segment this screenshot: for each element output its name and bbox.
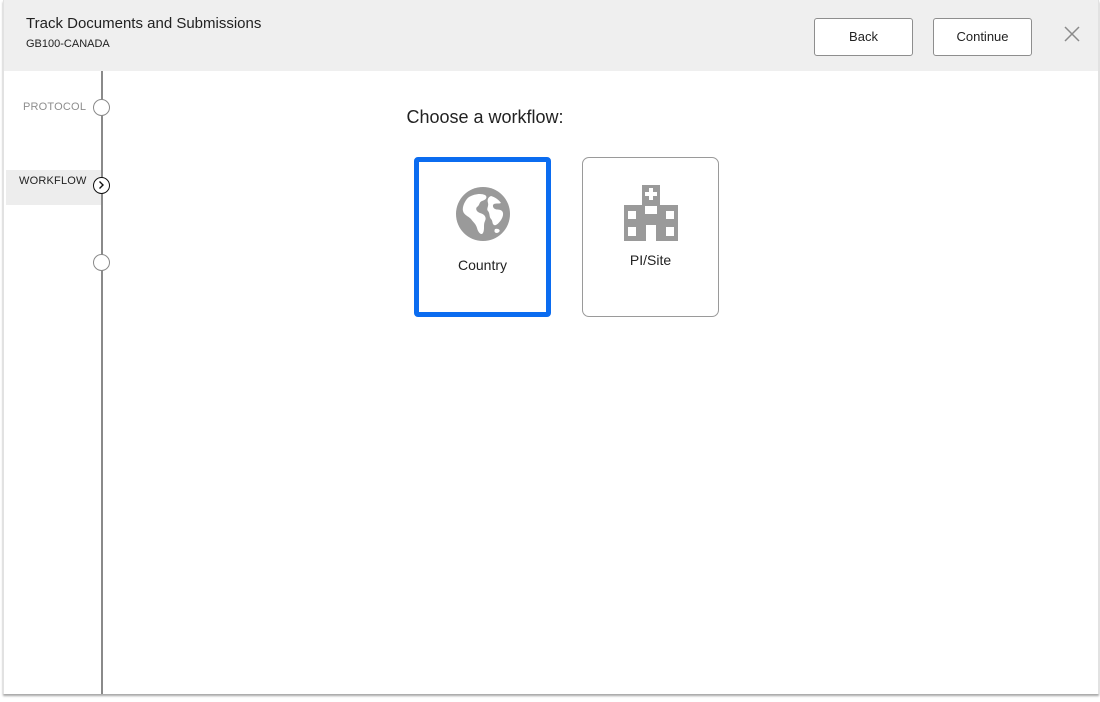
dialog-window: Track Documents and Submissions GB100-CA… <box>3 0 1099 694</box>
workflow-option-pisite[interactable]: PI/Site <box>582 157 719 317</box>
globe-icon <box>455 186 511 247</box>
hospital-icon <box>624 185 678 246</box>
workflow-option-country[interactable]: Country <box>414 157 551 317</box>
back-button[interactable]: Back <box>814 18 913 56</box>
chevron-right-icon <box>99 181 104 189</box>
header-bar: Track Documents and Submissions GB100-CA… <box>4 0 1098 71</box>
close-icon[interactable] <box>1063 25 1081 43</box>
step-circle-next <box>93 254 110 271</box>
continue-button[interactable]: Continue <box>933 18 1032 56</box>
page-title: Track Documents and Submissions <box>26 15 262 32</box>
workflow-prompt: Choose a workflow: <box>406 107 564 127</box>
workflow-option-label: Country <box>457 257 508 273</box>
stepper-line <box>101 71 103 694</box>
step-circle-workflow <box>93 177 110 194</box>
workflow-option-label: PI/Site <box>629 252 672 268</box>
step-label-workflow: WORKFLOW <box>19 175 87 187</box>
page-subtitle: GB100-CANADA <box>26 38 110 50</box>
